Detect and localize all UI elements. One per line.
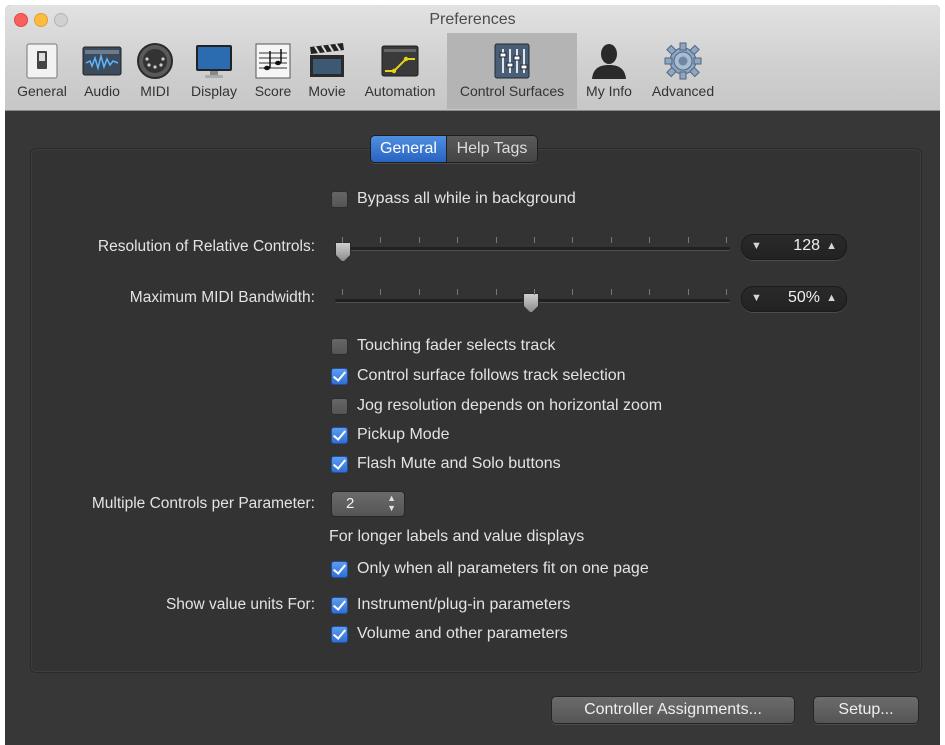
toolbar-label: General (17, 83, 67, 99)
toolbar-label: Movie (308, 83, 346, 99)
display-monitor-icon (196, 45, 232, 78)
resolution-value: 128 (793, 237, 820, 254)
pickup-mode-label: Pickup Mode (357, 426, 450, 443)
multiple-controls-popup[interactable]: 2 ▲ ▼ (331, 491, 405, 517)
follows-selection-label: Control surface follows track selection (357, 367, 626, 384)
follows-selection-checkbox[interactable] (331, 368, 348, 385)
toolbar-my-info[interactable]: My Info (579, 33, 639, 109)
person-silhouette-icon (592, 44, 626, 79)
instrument-params-label: Instrument/plug-in parameters (357, 596, 571, 613)
jog-resolution-label: Jog resolution depends on horizontal zoo… (357, 397, 663, 414)
slider-tick (534, 289, 535, 295)
decrement-arrow-icon[interactable]: ▼ (751, 240, 762, 252)
toolbar-label: Display (191, 83, 237, 99)
bandwidth-stepper[interactable]: ▼ 50% ▲ (741, 286, 847, 312)
bypass-label: Bypass all while in background (357, 190, 576, 207)
toolbar-label: Advanced (651, 83, 715, 99)
toolbar-automation[interactable]: Automation (357, 33, 443, 109)
show-units-label: Show value units For: (165, 596, 315, 613)
volume-params-checkbox[interactable] (331, 626, 348, 643)
increment-arrow-icon[interactable]: ▲ (826, 292, 837, 304)
audio-waveform-icon (82, 46, 122, 76)
longer-labels-text: For longer labels and value displays (329, 528, 585, 545)
slider-tick (572, 289, 574, 295)
slider-tick (726, 237, 727, 243)
toolbar-control-surfaces[interactable]: Control Surfaces (447, 33, 577, 109)
controller-assignments-button[interactable]: Controller Assignments... (551, 696, 795, 724)
gear-icon (664, 42, 702, 80)
toolbar-label: Audio (84, 83, 120, 99)
instrument-params-checkbox[interactable] (331, 597, 348, 614)
only-when-fit-checkbox[interactable] (331, 561, 348, 578)
slider-tick (649, 289, 651, 295)
slider-tick (649, 237, 651, 243)
preferences-window: Preferences General Audio MIDI Display S… (5, 5, 940, 745)
slider-tick (457, 289, 459, 295)
slider-tick (418, 289, 420, 295)
toolbar-label: Control Surfaces (459, 83, 565, 99)
automation-curve-icon (381, 45, 419, 77)
multiple-controls-value: 2 (346, 495, 355, 512)
toolbar-audio[interactable]: Audio (77, 33, 127, 109)
toolbar-label: Score (254, 83, 292, 99)
toolbar-display[interactable]: Display (185, 33, 243, 109)
flash-mute-checkbox[interactable] (331, 456, 348, 473)
slider-tick (726, 289, 727, 295)
slider-tick (418, 237, 420, 243)
slider-tick (342, 289, 343, 295)
movie-clapper-icon (310, 43, 344, 77)
slider-tick (534, 237, 535, 243)
slider-tick (610, 237, 612, 243)
toolbar-label: My Info (586, 83, 632, 99)
touching-fader-checkbox[interactable] (331, 338, 348, 355)
slider-tick (495, 237, 497, 243)
midi-connector-icon (137, 43, 173, 79)
mixer-faders-icon (494, 43, 530, 79)
multiple-controls-label: Multiple Controls per Parameter: (91, 495, 315, 512)
flash-mute-label: Flash Mute and Solo buttons (357, 455, 561, 472)
only-when-fit-label: Only when all parameters fit on one page (357, 560, 649, 577)
bandwidth-label: Maximum MIDI Bandwidth: (129, 289, 315, 306)
bandwidth-value: 50% (787, 289, 820, 306)
bypass-checkbox[interactable] (331, 191, 348, 208)
resolution-slider[interactable] (335, 247, 730, 251)
slider-tick (457, 237, 459, 243)
slider-tick (687, 237, 689, 243)
toolbar-midi[interactable]: MIDI (133, 33, 177, 109)
slider-tick (380, 237, 382, 243)
window-toolbar: Preferences General Audio MIDI Display S… (5, 5, 940, 111)
slider-tick (495, 289, 497, 295)
slider-tick (610, 289, 612, 295)
score-notation-icon (255, 43, 291, 79)
touching-fader-label: Touching fader selects track (357, 337, 556, 354)
general-switch-icon (26, 43, 58, 79)
slider-tick (572, 237, 574, 243)
resolution-stepper[interactable]: ▼ 128 ▲ (741, 234, 847, 260)
pickup-mode-checkbox[interactable] (331, 427, 348, 444)
decrement-arrow-icon[interactable]: ▼ (751, 292, 762, 304)
setup-button[interactable]: Setup... (813, 696, 919, 724)
updown-arrows-icon: ▲ ▼ (387, 493, 396, 513)
jog-resolution-checkbox[interactable] (331, 398, 348, 415)
tab-help-tags[interactable]: Help Tags (446, 136, 537, 162)
slider-tick (342, 237, 343, 243)
increment-arrow-icon[interactable]: ▲ (826, 240, 837, 252)
toolbar-score[interactable]: Score (248, 33, 298, 109)
toolbar-advanced[interactable]: Advanced (643, 33, 723, 109)
toolbar-label: MIDI (140, 83, 170, 99)
tab-bar: General Help Tags (370, 135, 538, 163)
slider-tick (687, 289, 689, 295)
toolbar-general[interactable]: General (10, 33, 74, 109)
toolbar-label: Automation (364, 83, 436, 99)
slider-tick (380, 289, 382, 295)
window-title: Preferences (429, 11, 516, 28)
volume-params-label: Volume and other parameters (357, 625, 568, 642)
tab-general[interactable]: General (371, 136, 446, 162)
toolbar-movie[interactable]: Movie (303, 33, 351, 109)
resolution-label: Resolution of Relative Controls: (97, 238, 315, 255)
